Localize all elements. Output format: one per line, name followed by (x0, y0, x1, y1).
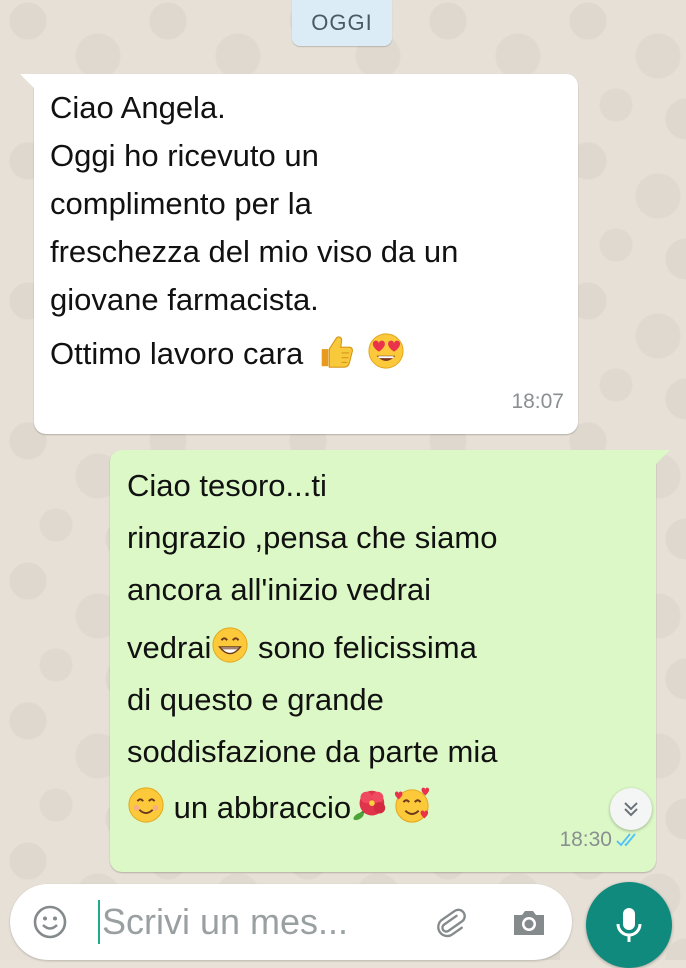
message-line: Ciao tesoro...ti (127, 468, 327, 503)
message-line: ringrazio ,pensa che siamo (127, 520, 498, 555)
message-composer: Scrivi un mes... (10, 884, 572, 960)
message-input[interactable]: Scrivi un mes... (102, 898, 348, 946)
voice-message-button[interactable] (586, 882, 672, 968)
smiling-face-with-hearts-icon (395, 787, 430, 823)
hibiscus-icon (353, 790, 386, 821)
heart-eyes-icon (367, 333, 404, 369)
message-text: Ciao Angela. Oggi ho ricevuto un complim… (50, 84, 562, 378)
message-timestamp: 18:30 (559, 828, 612, 851)
message-line: vedrai sono felicissima (127, 622, 640, 674)
message-line: Oggi ho ricevuto un (50, 138, 319, 173)
message-line: di questo e grande (127, 682, 384, 717)
camera-icon[interactable] (510, 904, 548, 940)
message-line-text: vedrai (127, 630, 212, 665)
message-line: complimento per la (50, 186, 312, 221)
paperclip-icon[interactable] (432, 904, 468, 940)
message-text: Ciao tesoro...ti ringrazio ,pensa che si… (127, 460, 640, 834)
message-line: giovane farmacista. (50, 282, 319, 317)
scroll-to-bottom-button[interactable] (610, 788, 652, 830)
message-incoming[interactable]: Ciao Angela. Oggi ho ricevuto un complim… (20, 74, 578, 434)
message-line: freschezza del mio viso da un (50, 234, 459, 269)
message-line-last: Ottimo lavoro cara (50, 330, 562, 378)
message-line-text: sono felicissima (249, 630, 477, 665)
double-chevron-down-icon (624, 802, 638, 817)
emoji-icon[interactable] (32, 904, 68, 940)
message-line: ancora all'inizio vedrai (127, 572, 432, 607)
message-outgoing[interactable]: Ciao tesoro...ti ringrazio ,pensa che si… (110, 450, 670, 872)
thumbs-up-icon (321, 336, 353, 368)
message-line-text: Ottimo lavoro cara (50, 336, 304, 371)
text-cursor (98, 900, 100, 944)
message-line-text: un abbraccio (165, 790, 352, 825)
microphone-icon (616, 908, 642, 942)
message-line: soddisfazione da parte mia (127, 734, 498, 769)
date-chip: OGGI (292, 0, 392, 46)
grinning-icon (212, 627, 249, 663)
read-ticks-icon (616, 833, 636, 847)
message-time: 18:07 (511, 378, 564, 426)
message-timestamp: 18:07 (511, 390, 564, 413)
message-line: Ciao Angela. (50, 90, 226, 125)
smiling-icon (128, 787, 164, 823)
